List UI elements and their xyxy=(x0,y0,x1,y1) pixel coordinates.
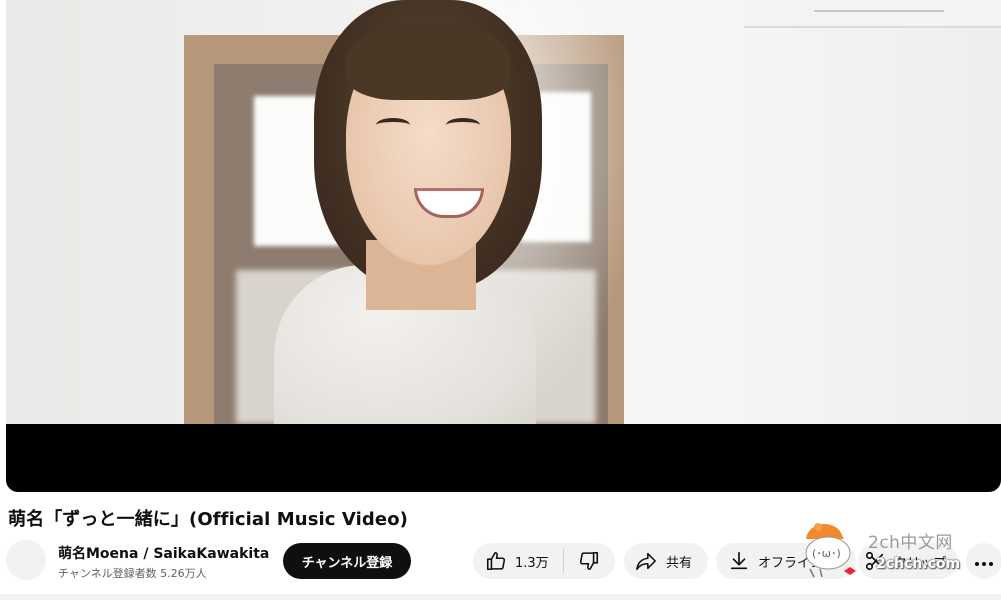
more-horizontal-icon xyxy=(974,552,994,571)
video-title: 萌名「ずっと一緒に」(Official Music Video) xyxy=(8,509,408,530)
video-player[interactable] xyxy=(6,0,1001,492)
like-button[interactable]: 1.3万 xyxy=(473,543,563,579)
like-count: 1.3万 xyxy=(515,555,549,571)
share-button[interactable]: 共有 xyxy=(624,543,708,579)
channel-name[interactable]: 萌名Moena / SaikaKawakita xyxy=(58,543,269,563)
download-icon xyxy=(728,550,750,572)
channel-avatar[interactable] xyxy=(6,540,46,580)
watermark-url: 2chcn.com xyxy=(876,556,961,572)
share-arrow-icon xyxy=(634,550,658,572)
subscribe-button[interactable]: チャンネル登録 xyxy=(283,543,411,579)
dislike-button[interactable] xyxy=(564,543,614,579)
more-actions-button[interactable] xyxy=(966,543,1001,579)
watermark-text: 2ch中文网 xyxy=(868,533,953,553)
svg-text:(･ω･): (･ω･) xyxy=(812,547,841,560)
thumbs-down-icon xyxy=(578,550,600,572)
next-section-strip xyxy=(0,594,1001,600)
video-frame[interactable] xyxy=(6,0,1001,424)
share-label: 共有 xyxy=(666,555,693,571)
air-conditioner-scene-detail xyxy=(744,0,1001,28)
thumbs-up-icon xyxy=(485,550,507,572)
watermark-mascot-icon: (･ω･) xyxy=(800,517,860,581)
like-dislike-group: 1.3万 xyxy=(473,543,615,579)
subscriber-count: チャンネル登録者数 5.26万人 xyxy=(58,567,207,580)
